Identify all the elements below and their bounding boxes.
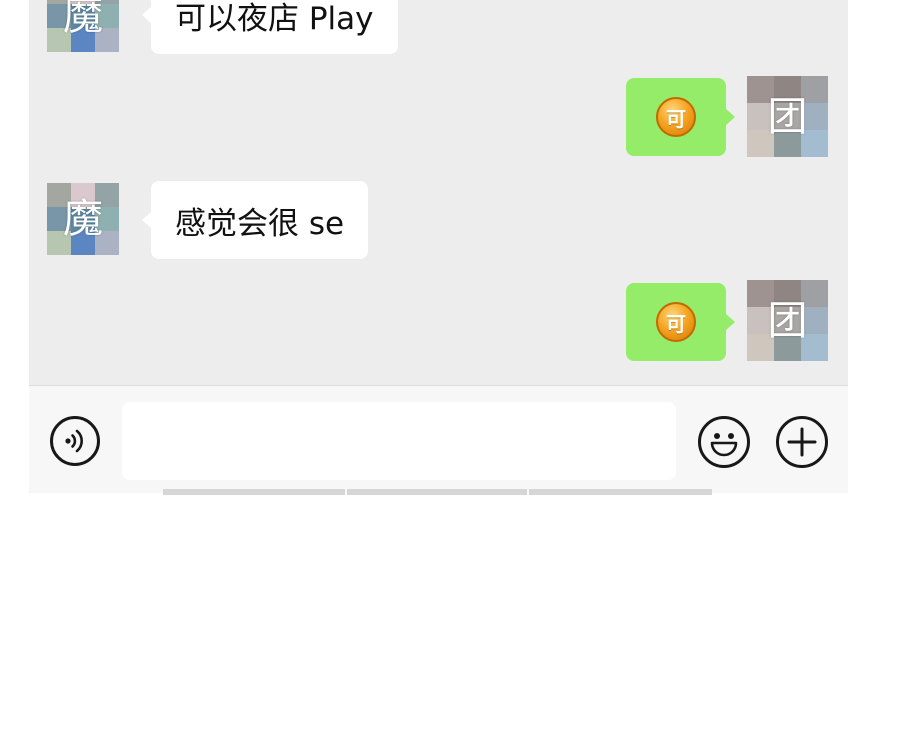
- avatar-glyph: 魔: [63, 196, 103, 242]
- avatar-glyph: 团: [767, 93, 808, 140]
- emoji-icon: [710, 433, 738, 457]
- chat-window: 魔 可以夜店 Play 可 团 魔 感觉会很 se 可 团: [29, 0, 848, 493]
- plus-icon: [787, 427, 817, 457]
- contact-avatar[interactable]: 魔: [47, 0, 119, 52]
- message-text: 可以夜店 Play: [175, 0, 374, 37]
- sent-message-bubble[interactable]: 可: [626, 78, 735, 156]
- message-list[interactable]: 魔 可以夜店 Play 可 团 魔 感觉会很 se 可 团: [29, 0, 848, 385]
- avatar-glyph: 团: [767, 297, 808, 344]
- received-message-bubble[interactable]: 可以夜店 Play: [142, 0, 398, 54]
- received-message-bubble[interactable]: 感觉会很 se: [141, 181, 369, 259]
- self-avatar[interactable]: 团: [747, 280, 828, 361]
- sent-message-bubble[interactable]: 可: [626, 283, 735, 361]
- keyboard-key-hint: [163, 489, 345, 495]
- keyboard-key-hint: [529, 489, 712, 495]
- voice-button[interactable]: [50, 416, 100, 466]
- message-input[interactable]: [122, 402, 676, 480]
- message-text: 感觉会很 se: [175, 205, 345, 242]
- emoji-button[interactable]: [698, 416, 750, 468]
- self-avatar[interactable]: 团: [747, 76, 828, 157]
- ke-emoji-icon: 可: [656, 97, 696, 137]
- more-button[interactable]: [776, 416, 828, 468]
- ke-emoji-icon: 可: [656, 302, 696, 342]
- voice-icon: [65, 429, 83, 453]
- contact-avatar[interactable]: 魔: [47, 183, 119, 255]
- keyboard-key-hint: [347, 489, 527, 495]
- avatar-glyph: 魔: [63, 0, 103, 39]
- input-bar: [29, 385, 848, 493]
